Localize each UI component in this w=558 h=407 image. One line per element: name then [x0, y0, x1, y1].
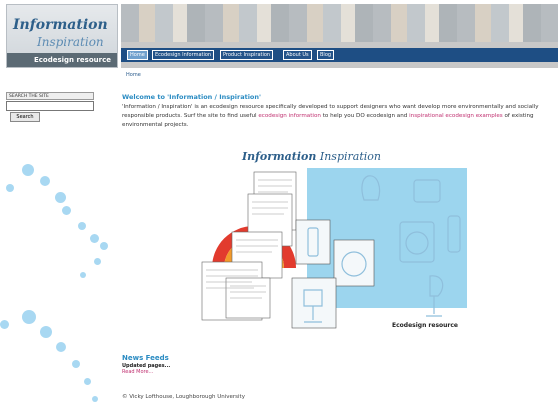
- decorative-dot: [62, 206, 71, 215]
- site-header: Information Inspiration Ecodesign resour…: [0, 0, 558, 70]
- news-feeds: News Feeds Updated pages... Read More...: [122, 354, 170, 375]
- hero-figure: Information Inspiration Ecodesign resour…: [192, 150, 472, 335]
- decorative-dot: [84, 378, 91, 385]
- search-input[interactable]: [6, 101, 94, 111]
- footer-copyright: © Vicky Lofthouse, Loughborough Universi…: [122, 394, 245, 400]
- intro-text-2: to help you DO ecodesign and: [320, 113, 410, 119]
- decorative-dot: [78, 222, 86, 230]
- decorative-dot: [22, 164, 34, 176]
- news-feeds-title: News Feeds: [122, 354, 169, 362]
- decorative-dot: [40, 176, 50, 186]
- search-button[interactable]: Search: [10, 112, 40, 122]
- decorative-dots: [0, 150, 115, 407]
- figure-caption: Ecodesign resource: [392, 322, 459, 329]
- decorative-dot: [100, 242, 108, 250]
- read-more-link[interactable]: Read More...: [122, 369, 170, 375]
- product-photos: [291, 219, 375, 329]
- logo-tagline: Ecodesign resource: [7, 53, 117, 67]
- decorative-dot: [92, 396, 98, 402]
- nav-about-us[interactable]: About Us: [283, 50, 312, 60]
- welcome-title: Welcome to 'Information / Inspiration': [122, 93, 262, 101]
- decorative-dot: [56, 342, 66, 352]
- nav-product-inspiration[interactable]: Product Inspiration: [220, 50, 274, 60]
- search-box: SEARCH THE SITE Search: [6, 92, 94, 126]
- header-banner-image: [121, 4, 558, 42]
- decorative-dot: [90, 234, 99, 243]
- breadcrumb[interactable]: Home: [126, 72, 141, 78]
- decorative-dot: [40, 326, 52, 338]
- ecodesign-information-link[interactable]: ecodesign information: [258, 113, 321, 119]
- site-logo[interactable]: Information Inspiration Ecodesign resour…: [6, 4, 118, 68]
- nav-blog[interactable]: Blog: [317, 50, 335, 60]
- nav-ecodesign-information[interactable]: Ecodesign Information: [152, 50, 215, 60]
- decorative-dot: [80, 272, 86, 278]
- collage-illustration: [201, 171, 461, 329]
- logo-word-inspiration: Inspiration: [37, 35, 104, 49]
- decorative-dot: [94, 258, 101, 265]
- welcome-text: 'Information / Inspiration' is an ecodes…: [122, 103, 548, 130]
- search-label: SEARCH THE SITE: [6, 92, 94, 100]
- nav-home[interactable]: Home: [127, 50, 148, 60]
- decorative-dot: [0, 320, 9, 329]
- decorative-dot: [22, 310, 36, 324]
- inspirational-examples-link[interactable]: inspirational ecodesign examples: [409, 113, 503, 119]
- decorative-dot: [55, 192, 66, 203]
- decorative-dot: [6, 184, 14, 192]
- main-nav: Home Ecodesign Information Product Inspi…: [121, 42, 558, 68]
- logo-word-information: Information: [13, 17, 108, 33]
- decorative-dot: [72, 360, 80, 368]
